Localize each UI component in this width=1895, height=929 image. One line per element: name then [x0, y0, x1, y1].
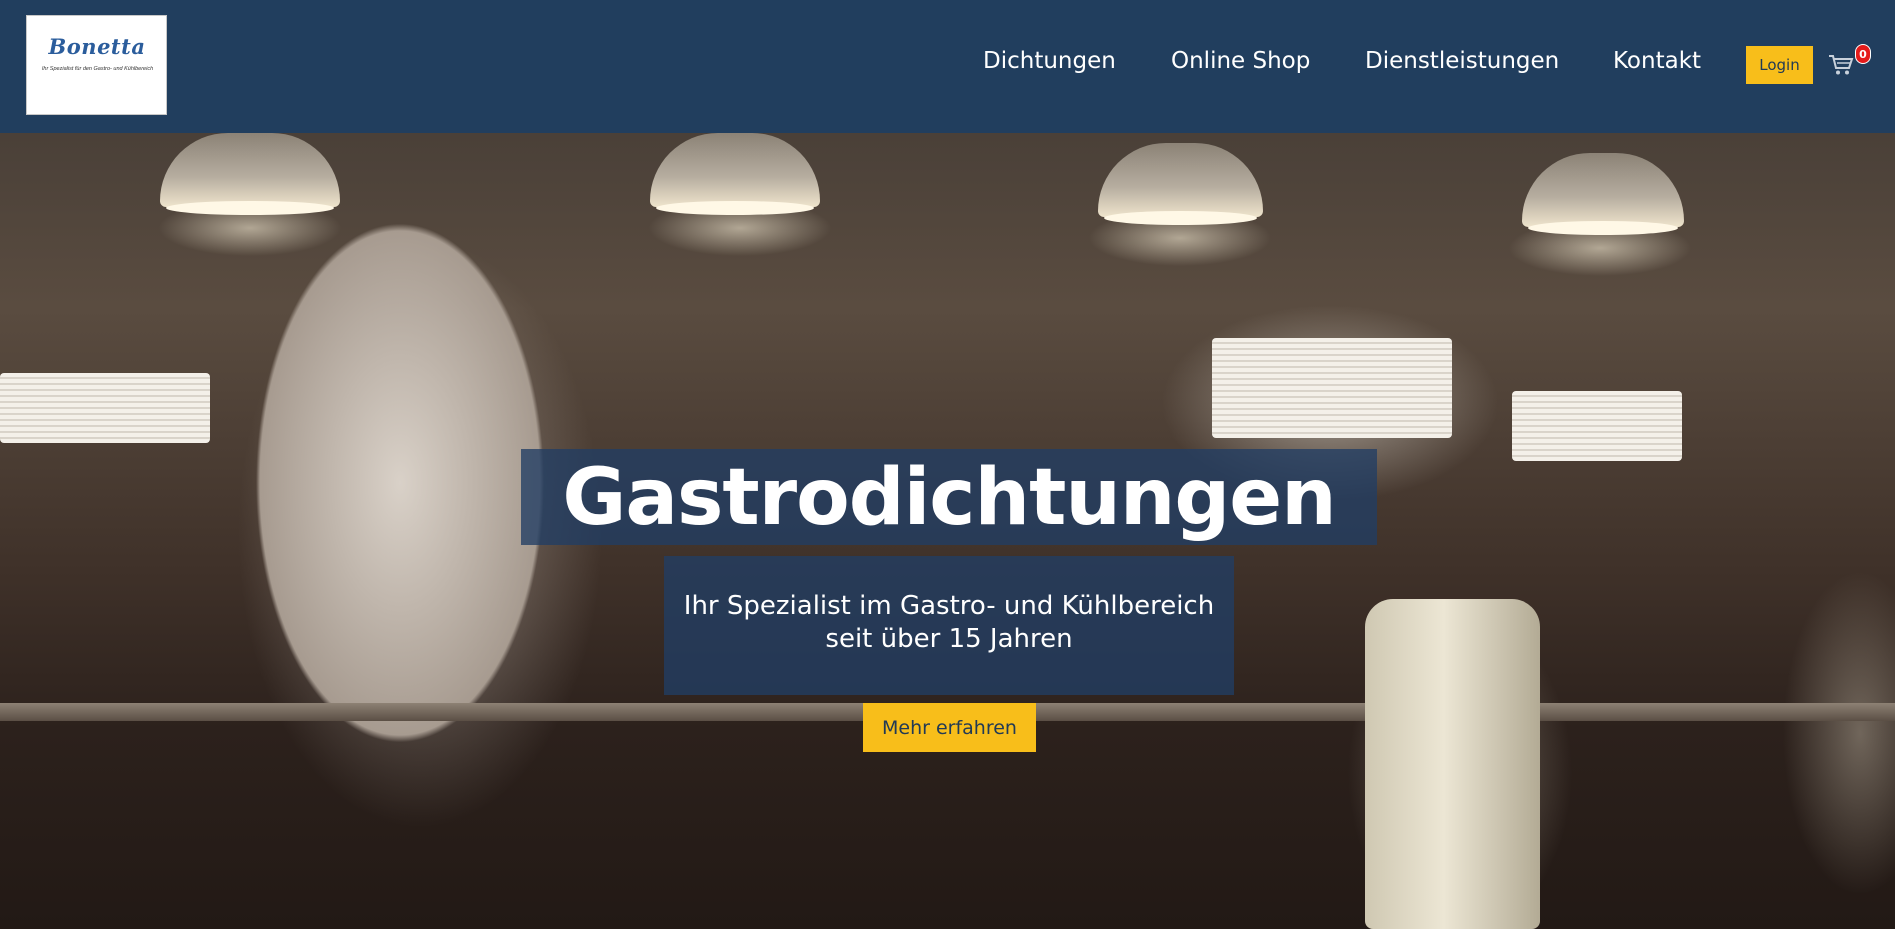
hero-subtitle-line-1: Ihr Spezialist im Gastro- und Kühlbereic…: [683, 591, 1215, 621]
lamp-shape: [1522, 153, 1684, 235]
hero-subtitle-line-2: seit über 15 Jahren: [825, 624, 1073, 654]
lamp-shape: [650, 133, 820, 215]
shopping-cart-icon[interactable]: [1828, 53, 1854, 77]
plate-stack: [1212, 338, 1452, 438]
mehr-erfahren-button[interactable]: Mehr erfahren: [863, 703, 1036, 752]
nav-item-kontakt[interactable]: Kontakt: [1613, 48, 1701, 74]
nav-item-dichtungen[interactable]: Dichtungen: [983, 48, 1116, 74]
hero-title: Gastrodichtungen: [562, 453, 1336, 543]
hero-subtitle: Ihr Spezialist im Gastro- und Kühlbereic…: [664, 590, 1234, 656]
nav-item-online-shop[interactable]: Online Shop: [1171, 48, 1310, 74]
site-logo[interactable]: Bonetta Ihr Spezialist für den Gastro- u…: [26, 15, 167, 115]
site-header: Bonetta Ihr Spezialist für den Gastro- u…: [0, 0, 1895, 133]
chef-figure: [200, 163, 630, 929]
plate-stack: [0, 373, 210, 443]
logo-wordmark: Bonetta: [48, 34, 146, 59]
login-button[interactable]: Login: [1746, 46, 1813, 84]
cart-count-badge: 0: [1855, 44, 1871, 64]
logo-tagline: Ihr Spezialist für den Gastro- und Kühlb…: [41, 66, 154, 72]
lamp-shape: [1098, 143, 1263, 225]
squeeze-bottle: [1365, 599, 1540, 929]
nav-item-dienstleistungen[interactable]: Dienstleistungen: [1365, 48, 1559, 74]
plate-stack: [1512, 391, 1682, 461]
